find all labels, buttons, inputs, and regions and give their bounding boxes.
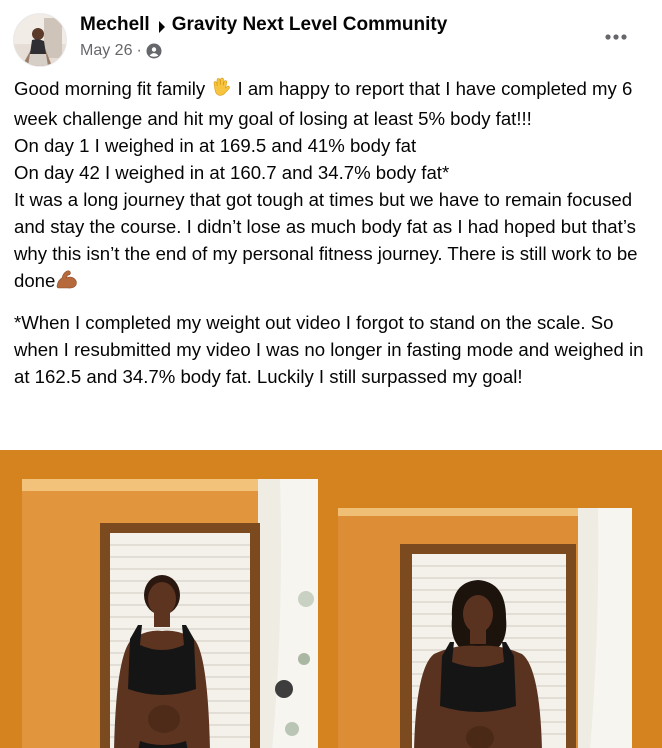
post-paragraph-main: Good morning fit family I am happy to re… (14, 75, 650, 297)
group-name[interactable]: Gravity Next Level Community (172, 14, 448, 36)
post-date[interactable]: May 26 (80, 42, 132, 60)
post-message: Good morning fit family I am happy to re… (14, 75, 650, 390)
after-photo-image (338, 508, 632, 748)
avatar-photo (14, 14, 66, 66)
post-paragraph-footnote: *When I completed my weight out video I … (14, 312, 644, 387)
author-avatar[interactable] (14, 14, 66, 66)
flexed-biceps-icon (55, 268, 79, 297)
message-line-2: On day 1 I weighed in at 169.5 and 41% b… (14, 135, 417, 156)
message-line-3: On day 42 I weighed in at 160.7 and 34.7… (14, 162, 450, 183)
before-photo-image (22, 479, 318, 748)
facebook-post: Mechell Gravity Next Level Community May… (0, 0, 662, 748)
more-options-button[interactable] (596, 20, 636, 54)
meta-separator: · (136, 42, 142, 59)
caret-right-icon (158, 18, 166, 33)
globe-icon[interactable] (146, 43, 162, 59)
message-line-1a: Good morning fit family (14, 78, 211, 99)
message-line-4: It was a long journey that got tough at … (14, 189, 638, 291)
more-options-icon (605, 34, 627, 40)
before-photo[interactable] (22, 479, 318, 748)
post-meta: May 26 · (80, 42, 162, 60)
author-name[interactable]: Mechell (80, 14, 150, 36)
post-header: Mechell Gravity Next Level Community May… (0, 0, 662, 72)
waving-hand-icon (210, 76, 232, 105)
after-photo[interactable] (338, 508, 632, 748)
post-photo-collage[interactable] (0, 450, 662, 748)
post-author-line: Mechell Gravity Next Level Community (80, 14, 447, 36)
